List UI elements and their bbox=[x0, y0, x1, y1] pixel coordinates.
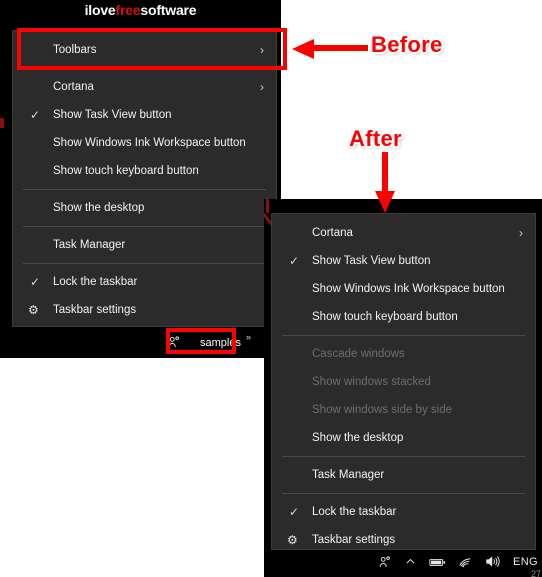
menu-item[interactable]: Task Manager bbox=[13, 231, 276, 259]
menu-item-label: Lock the taskbar bbox=[53, 276, 138, 288]
menu-item[interactable]: Show touch keyboard button bbox=[13, 157, 276, 185]
menu-item-label: Lock the taskbar bbox=[312, 506, 397, 518]
menu-item[interactable]: ✓ Show Task View button bbox=[13, 101, 276, 129]
watermark-part-1: ilove bbox=[84, 2, 116, 18]
taskbar-context-menu-before[interactable]: Toolbars › Cortana › ✓ Show Task View button S… bbox=[12, 30, 277, 327]
menu-item: Cascade windows bbox=[272, 340, 535, 368]
chevron-double-right-icon: » bbox=[245, 331, 251, 342]
wallpaper-red-streak bbox=[0, 118, 4, 128]
menu-item-label: Show the desktop bbox=[312, 432, 404, 444]
screenshot-canvas: ilovefreesoftware Toolbars › Cortana › ✓ Show… bbox=[0, 0, 542, 577]
highlight-box-samples-button bbox=[166, 328, 236, 354]
taskbar-before: samples » bbox=[0, 327, 281, 358]
menu-item-label: Show touch keyboard button bbox=[312, 311, 458, 323]
after-label: After bbox=[349, 126, 402, 151]
menu-item[interactable]: ✓ Lock the taskbar bbox=[272, 498, 535, 526]
check-icon: ✓ bbox=[30, 108, 41, 122]
menu-item[interactable]: Cortana › bbox=[272, 219, 535, 247]
check-icon: ✓ bbox=[30, 275, 41, 289]
menu-item-label: Cortana bbox=[53, 81, 94, 93]
site-watermark: ilovefreesoftware bbox=[0, 1, 281, 20]
menu-item-label: Cortana bbox=[312, 227, 353, 239]
clock-partial-text: 27 bbox=[530, 569, 541, 577]
wallpaper-red-diagonal-2 bbox=[266, 199, 269, 213]
menu-item: Show windows stacked bbox=[272, 368, 535, 396]
menu-item-label: Show Task View button bbox=[312, 255, 431, 267]
check-icon: ✓ bbox=[289, 505, 300, 519]
menu-item-label: Show Task View button bbox=[53, 109, 172, 121]
taskbar-context-menu-after[interactable]: Cortana › ✓ Show Task View button Show Windo… bbox=[271, 213, 536, 550]
menu-item[interactable]: ⚙ Taskbar settings bbox=[272, 526, 535, 554]
before-arrow bbox=[292, 39, 368, 59]
menu-separator bbox=[282, 493, 525, 494]
watermark-part-2: free bbox=[115, 2, 141, 18]
menu-item-label: Task Manager bbox=[312, 469, 385, 481]
menu-separator bbox=[23, 189, 266, 190]
menu-item-label: Show windows stacked bbox=[312, 376, 431, 388]
menu-item-label: Show touch keyboard button bbox=[53, 165, 199, 177]
menu-item-label: Taskbar settings bbox=[53, 304, 137, 316]
menu-item[interactable]: Show touch keyboard button bbox=[272, 303, 535, 331]
before-label: Before bbox=[371, 32, 443, 57]
menu-item-label: Show windows side by side bbox=[312, 404, 452, 416]
menu-item-label: Show Windows Ink Workspace button bbox=[312, 283, 505, 295]
check-icon: ✓ bbox=[289, 254, 300, 268]
menu-separator bbox=[282, 456, 525, 457]
gear-icon: ⚙ bbox=[28, 303, 39, 317]
menu-item[interactable]: Cortana › bbox=[13, 73, 276, 101]
highlight-box-toolbars bbox=[17, 28, 287, 70]
menu-item-label: Cascade windows bbox=[312, 348, 405, 360]
menu-item-label: Show Windows Ink Workspace button bbox=[53, 137, 246, 149]
menu-item-label: Task Manager bbox=[53, 239, 126, 251]
menu-item[interactable]: ✓ Lock the taskbar bbox=[13, 268, 276, 296]
menu-separator bbox=[282, 335, 525, 336]
menu-item-label: Show the desktop bbox=[53, 202, 145, 214]
chevron-right-icon: › bbox=[260, 80, 264, 94]
menu-separator bbox=[23, 263, 266, 264]
menu-item[interactable]: Show the desktop bbox=[272, 424, 535, 452]
menu-item: Show windows side by side bbox=[272, 396, 535, 424]
chevron-right-icon: › bbox=[519, 226, 523, 240]
menu-item[interactable]: Show the desktop bbox=[13, 194, 276, 222]
menu-item[interactable]: Show Windows Ink Workspace button bbox=[272, 275, 535, 303]
menu-item[interactable]: ⚙ Taskbar settings bbox=[13, 296, 276, 324]
menu-separator bbox=[23, 226, 266, 227]
gear-icon: ⚙ bbox=[287, 533, 298, 547]
menu-item-label: Taskbar settings bbox=[312, 534, 396, 546]
menu-item[interactable]: Task Manager bbox=[272, 461, 535, 489]
watermark-part-3: software bbox=[140, 2, 197, 18]
menu-item[interactable]: Show Windows Ink Workspace button bbox=[13, 129, 276, 157]
menu-item[interactable]: ✓ Show Task View button bbox=[272, 247, 535, 275]
